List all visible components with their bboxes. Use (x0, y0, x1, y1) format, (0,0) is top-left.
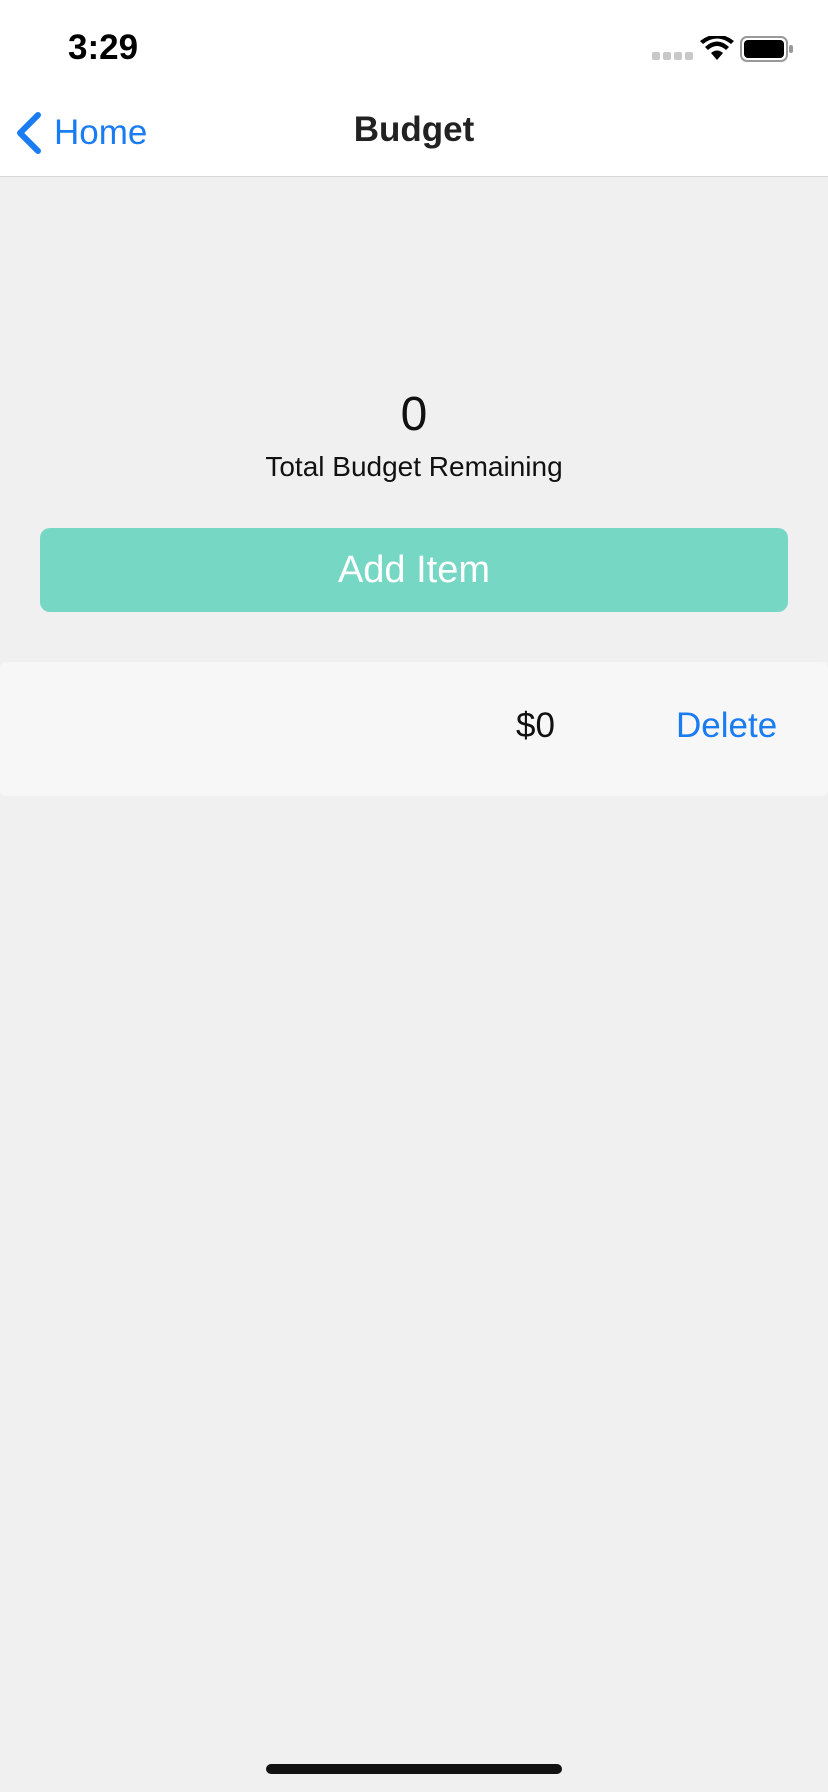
item-amount: $0 (516, 706, 555, 745)
delete-button[interactable]: Delete (676, 706, 777, 746)
add-item-button[interactable]: Add Item (40, 528, 788, 612)
page-title: Budget (353, 110, 475, 149)
status-bar: 3:29 (0, 0, 828, 90)
budget-summary: 0 Total Budget Remaining (0, 385, 828, 483)
budget-screen: 3:29 Home Budget 0 Total Budget Remainin… (0, 0, 828, 1792)
wifi-icon (700, 36, 734, 60)
list-item: $0 Delete (0, 662, 828, 796)
signal-dots-icon (652, 52, 693, 60)
battery-icon (740, 36, 793, 62)
total-budget-label: Total Budget Remaining (265, 451, 563, 482)
home-indicator[interactable] (266, 1764, 562, 1774)
total-budget-value: 0 (400, 388, 428, 441)
status-time: 3:29 (68, 28, 139, 67)
navigation-bar: Home Budget (0, 90, 828, 177)
